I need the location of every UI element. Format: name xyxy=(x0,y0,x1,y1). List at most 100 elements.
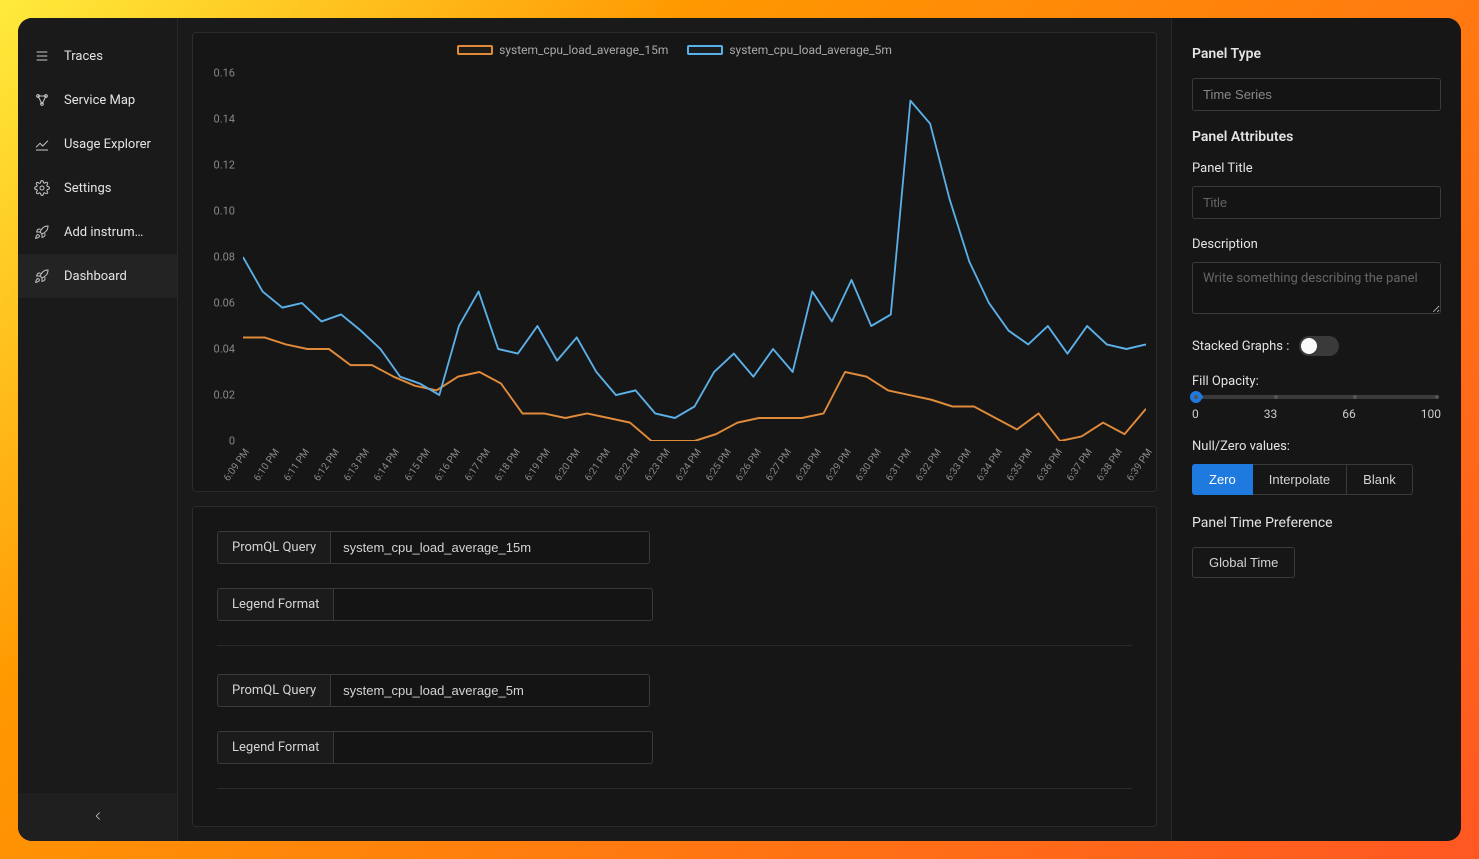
x-tick-label: 6:18 PM xyxy=(493,447,523,483)
y-tick-label: 0.16 xyxy=(214,67,235,80)
chart-series-line xyxy=(243,337,1146,441)
x-tick-label: 6:39 PM xyxy=(1125,447,1155,483)
legend-format-label: Legend Format xyxy=(217,731,333,764)
x-tick-label: 6:13 PM xyxy=(342,447,372,483)
x-tick-label: 6:16 PM xyxy=(433,447,463,483)
description-label: Description xyxy=(1192,237,1441,252)
x-tick-label: 6:09 PM xyxy=(222,447,252,483)
chart-panel: system_cpu_load_average_15m system_cpu_l… xyxy=(192,32,1157,492)
config-panel: Panel Type Panel Attributes Panel Title … xyxy=(1171,18,1461,841)
x-tick-label: 6:32 PM xyxy=(914,447,944,483)
x-tick-label: 6:35 PM xyxy=(1004,447,1034,483)
x-tick-label: 6:27 PM xyxy=(764,447,794,483)
network-icon xyxy=(34,92,50,108)
sidebar-item-service-map[interactable]: Service Map xyxy=(18,78,177,122)
x-tick-label: 6:38 PM xyxy=(1095,447,1125,483)
plot-area[interactable] xyxy=(243,73,1146,441)
x-tick-label: 6:30 PM xyxy=(854,447,884,483)
x-tick-label: 6:36 PM xyxy=(1035,447,1065,483)
fill-opacity-slider[interactable] xyxy=(1196,395,1437,399)
promql-query-input[interactable] xyxy=(330,674,650,707)
panel-title-label: Panel Title xyxy=(1192,161,1441,176)
panel-type-heading: Panel Type xyxy=(1192,46,1441,62)
x-tick-label: 6:10 PM xyxy=(252,447,282,483)
y-tick-label: 0.02 xyxy=(214,389,235,402)
x-tick-label: 6:28 PM xyxy=(794,447,824,483)
sidebar-item-add-instrumentation[interactable]: Add instrum… xyxy=(18,210,177,254)
y-tick-label: 0.06 xyxy=(214,297,235,310)
panel-title-input[interactable] xyxy=(1192,186,1441,219)
sidebar-item-settings[interactable]: Settings xyxy=(18,166,177,210)
sidebar-item-label: Dashboard xyxy=(64,269,127,284)
x-tick-label: 6:34 PM xyxy=(974,447,1004,483)
x-tick-label: 6:21 PM xyxy=(583,447,613,483)
slider-mark-label: 66 xyxy=(1342,407,1356,421)
fill-opacity-slider-labels: 0 33 66 100 xyxy=(1192,407,1441,421)
sidebar-item-usage-explorer[interactable]: Usage Explorer xyxy=(18,122,177,166)
null-zero-option-blank[interactable]: Blank xyxy=(1347,464,1413,495)
y-tick-label: 0.08 xyxy=(214,251,235,264)
list-icon xyxy=(34,48,50,64)
chart-svg xyxy=(243,73,1146,441)
legend-swatch-blue xyxy=(687,45,723,55)
y-axis: 00.020.040.060.080.100.120.140.16 xyxy=(193,73,241,441)
x-tick-label: 6:33 PM xyxy=(944,447,974,483)
null-zero-option-zero[interactable]: Zero xyxy=(1192,464,1253,495)
x-tick-label: 6:23 PM xyxy=(643,447,673,483)
y-tick-label: 0.12 xyxy=(214,159,235,172)
panel-attributes-heading: Panel Attributes xyxy=(1192,129,1441,145)
x-tick-label: 6:15 PM xyxy=(402,447,432,483)
legend-label: system_cpu_load_average_5m xyxy=(729,43,892,57)
description-textarea[interactable] xyxy=(1192,262,1441,314)
x-tick-label: 6:20 PM xyxy=(553,447,583,483)
sidebar-item-dashboard[interactable]: Dashboard xyxy=(18,254,177,298)
stacked-graphs-toggle[interactable] xyxy=(1299,336,1339,356)
y-tick-label: 0.04 xyxy=(214,343,235,356)
x-tick-label: 6:11 PM xyxy=(282,447,312,483)
global-time-button[interactable]: Global Time xyxy=(1192,547,1295,578)
stacked-graphs-label: Stacked Graphs : xyxy=(1192,339,1289,354)
legend-format-input[interactable] xyxy=(333,731,653,764)
time-preference-label: Panel Time Preference xyxy=(1192,515,1441,531)
slider-mark-label: 100 xyxy=(1421,407,1441,421)
legend-format-label: Legend Format xyxy=(217,588,333,621)
panel-type-select[interactable] xyxy=(1192,78,1441,111)
sidebar-item-traces[interactable]: Traces xyxy=(18,34,177,78)
x-tick-label: 6:24 PM xyxy=(673,447,703,483)
chart-icon xyxy=(34,136,50,152)
gear-icon xyxy=(34,180,50,196)
sidebar-collapse-button[interactable] xyxy=(18,793,177,841)
rocket-icon xyxy=(34,224,50,240)
x-tick-label: 6:19 PM xyxy=(523,447,553,483)
null-zero-option-interpolate[interactable]: Interpolate xyxy=(1253,464,1347,495)
chart-legend: system_cpu_load_average_15m system_cpu_l… xyxy=(193,33,1156,62)
x-tick-label: 6:25 PM xyxy=(703,447,733,483)
y-tick-label: 0.10 xyxy=(214,205,235,218)
main-area: system_cpu_load_average_15m system_cpu_l… xyxy=(178,18,1171,841)
rocket-icon xyxy=(34,268,50,284)
query-panel: PromQL Query Legend Format PromQL Query Leg… xyxy=(192,506,1157,827)
x-tick-label: 6:37 PM xyxy=(1065,447,1095,483)
promql-query-input[interactable] xyxy=(330,531,650,564)
x-tick-label: 6:17 PM xyxy=(463,447,493,483)
legend-item[interactable]: system_cpu_load_average_5m xyxy=(687,43,892,57)
x-tick-label: 6:31 PM xyxy=(884,447,914,483)
sidebar-item-label: Service Map xyxy=(64,93,135,108)
legend-item[interactable]: system_cpu_load_average_15m xyxy=(457,43,668,57)
x-tick-label: 6:14 PM xyxy=(372,447,402,483)
x-tick-label: 6:26 PM xyxy=(734,447,764,483)
sidebar-item-label: Traces xyxy=(64,49,103,64)
slider-mark-label: 0 xyxy=(1192,407,1199,421)
promql-query-label: PromQL Query xyxy=(217,531,330,564)
fill-opacity-label: Fill Opacity: xyxy=(1192,374,1441,389)
sidebar-item-label: Add instrum… xyxy=(64,225,143,240)
sidebar-item-label: Settings xyxy=(64,181,111,196)
chart-series-line xyxy=(243,101,1146,418)
x-tick-label: 6:22 PM xyxy=(613,447,643,483)
y-tick-label: 0 xyxy=(229,435,235,448)
legend-format-input[interactable] xyxy=(333,588,653,621)
promql-query-label: PromQL Query xyxy=(217,674,330,707)
x-axis: 6:09 PM6:10 PM6:11 PM6:12 PM6:13 PM6:14 … xyxy=(243,441,1146,491)
sidebar: Traces Service Map Usage Explorer Settin… xyxy=(18,18,178,841)
x-tick-label: 6:29 PM xyxy=(824,447,854,483)
